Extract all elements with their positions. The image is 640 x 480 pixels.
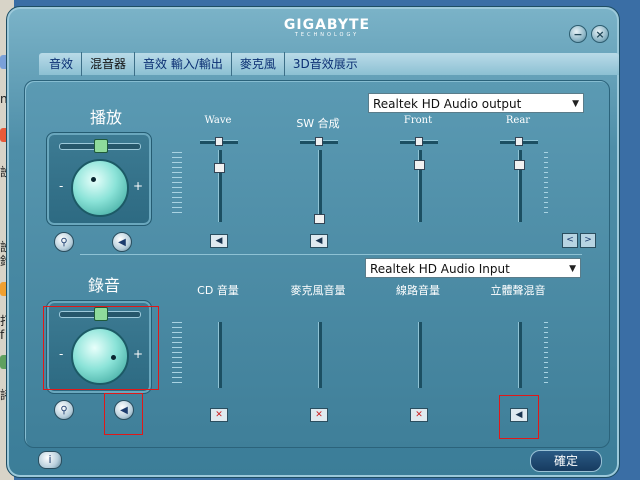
section-divider — [80, 254, 582, 255]
playback-channel-label: Rear — [505, 115, 531, 126]
tab-effects[interactable]: 音效 — [41, 52, 83, 76]
balance-thumb[interactable] — [215, 137, 223, 146]
recording-scale-right — [538, 322, 548, 387]
playback-scale-right — [538, 152, 548, 217]
wrench-icon: ⚲ — [60, 404, 68, 416]
highlight-box — [499, 395, 539, 439]
recording-channel-label: 線路音量 — [396, 284, 440, 297]
close-button[interactable]: × — [591, 25, 609, 43]
brand-name: GIGABYTE — [283, 17, 371, 33]
prev-button[interactable]: < — [562, 233, 578, 248]
next-button[interactable]: > — [580, 233, 596, 248]
speaker-muted-icon: ✕ — [315, 410, 323, 420]
volume-track[interactable] — [218, 150, 222, 222]
brand-logo: GIGABYTE TECHNOLOGY — [277, 17, 377, 38]
info-icon: i — [48, 453, 52, 466]
knob-minus-label: - — [59, 179, 64, 193]
volume-thumb[interactable] — [414, 159, 425, 170]
playback-device-select[interactable]: Realtek HD Audio output ▼ — [368, 93, 584, 113]
speaker-muted-icon: ✕ — [215, 410, 223, 420]
speaker-icon: ◀ — [215, 236, 223, 246]
volume-track[interactable] — [218, 322, 222, 388]
minimize-button[interactable]: − — [569, 25, 587, 43]
playback-title: 播放 — [90, 108, 123, 127]
balance-thumb[interactable] — [515, 137, 523, 146]
chevron-right-icon: > — [584, 235, 592, 245]
recording-channel-label: 麥克風音量 — [290, 284, 346, 297]
highlight-box — [43, 306, 159, 390]
playback-settings-button[interactable]: ⚲ — [54, 232, 74, 252]
volume-track[interactable] — [518, 322, 522, 388]
playback-knob-box: - + — [46, 132, 152, 226]
volume-thumb[interactable] — [514, 159, 525, 170]
volume-thumb[interactable] — [214, 162, 225, 173]
close-icon: × — [595, 27, 605, 41]
speaker-icon: ◀ — [315, 236, 323, 246]
chevron-down-icon: ▼ — [572, 99, 579, 109]
mute-toggle[interactable]: ✕ — [310, 408, 328, 422]
volume-track[interactable] — [318, 150, 322, 222]
highlight-box — [104, 393, 143, 435]
balance-thumb[interactable] — [415, 137, 423, 146]
playback-speaker-button[interactable]: ◀ — [112, 232, 132, 252]
playback-channel-label: Wave — [204, 115, 232, 126]
tab-3d-demo[interactable]: 3D音效展示 — [285, 52, 366, 76]
chevron-left-icon: < — [566, 235, 574, 245]
playback-channel-label: SW 合成 — [296, 117, 340, 130]
volume-track[interactable] — [318, 322, 322, 388]
mute-toggle[interactable]: ◀ — [210, 234, 228, 248]
recording-channel-label: CD 音量 — [197, 284, 239, 297]
playback-device-value: Realtek HD Audio output — [373, 97, 522, 111]
recording-title: 錄音 — [88, 276, 121, 295]
wrench-icon: ⚲ — [60, 236, 68, 248]
speaker-muted-icon: ✕ — [415, 410, 423, 420]
mute-toggle[interactable]: ◀ — [310, 234, 328, 248]
tab-list: 音效 混音器 音效 輸入/輸出 麥克風 3D音效展示 — [41, 51, 366, 77]
tab-io[interactable]: 音效 輸入/輸出 — [135, 52, 232, 76]
playback-scale-left — [172, 152, 182, 217]
tab-microphone[interactable]: 麥克風 — [232, 52, 285, 76]
recording-scale-left — [172, 322, 182, 387]
playback-channel-label: Front — [403, 115, 433, 126]
mute-toggle[interactable]: ✕ — [210, 408, 228, 422]
recording-settings-button[interactable]: ⚲ — [54, 400, 74, 420]
tab-mixer[interactable]: 混音器 — [82, 52, 136, 76]
recording-device-select[interactable]: Realtek HD Audio Input ▼ — [365, 258, 581, 278]
slider-thumb[interactable] — [94, 139, 108, 153]
info-button[interactable]: i — [38, 451, 62, 469]
recording-channel-label: 立體聲混音 — [490, 284, 546, 297]
chevron-down-icon: ▼ — [569, 264, 576, 274]
playback-volume-knob[interactable] — [71, 159, 129, 217]
recording-device-value: Realtek HD Audio Input — [370, 262, 510, 276]
volume-thumb[interactable] — [314, 214, 325, 224]
minimize-icon: − — [573, 27, 583, 41]
desktop-label: f — [0, 328, 5, 342]
ok-button[interactable]: 確定 — [530, 450, 602, 472]
playback-balance-slider[interactable] — [59, 139, 141, 153]
speaker-icon: ◀ — [118, 236, 126, 248]
mute-toggle[interactable]: ✕ — [410, 408, 428, 422]
knob-plus-label: + — [133, 179, 144, 193]
volume-track[interactable] — [418, 322, 422, 388]
balance-thumb[interactable] — [315, 137, 323, 146]
